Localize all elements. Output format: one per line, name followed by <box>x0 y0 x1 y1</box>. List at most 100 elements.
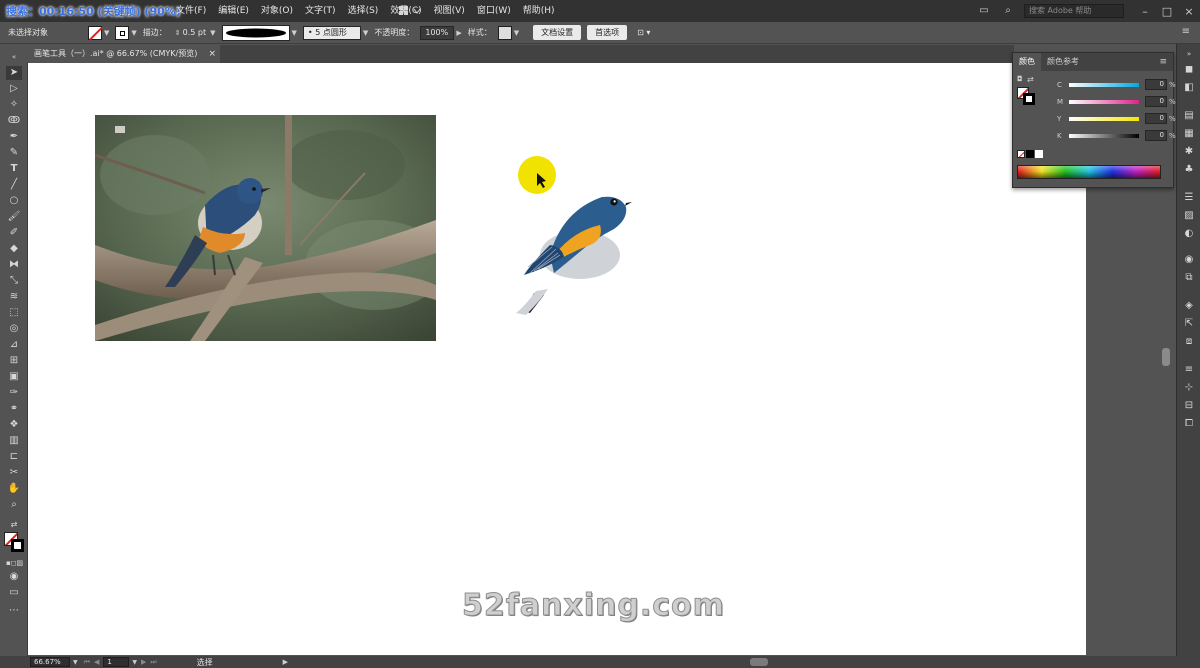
eyedropper-tool-icon[interactable]: ✑ <box>6 386 22 400</box>
tab-color[interactable]: 颜色 <box>1013 53 1041 71</box>
stepper-icon[interactable]: ⇕ <box>175 29 181 37</box>
scale-tool-icon[interactable]: ⤡ <box>6 274 22 288</box>
document-setup-button[interactable]: 文档设置 <box>533 25 582 40</box>
libraries-icon[interactable]: ▤ <box>1182 110 1196 122</box>
zoom-field[interactable]: 66.67% <box>30 657 70 667</box>
asset-export-icon[interactable]: ⇱ <box>1182 318 1196 330</box>
stroke-weight-value[interactable]: 0.5 pt <box>183 28 206 37</box>
artboard-canvas[interactable] <box>28 63 1086 655</box>
yellow-slider[interactable] <box>1069 117 1139 121</box>
hand-tool-icon[interactable]: ✋ <box>6 482 22 496</box>
menu-edit[interactable]: 编辑(E) <box>212 0 255 22</box>
maximize-icon[interactable]: □ <box>1156 5 1178 18</box>
search-input[interactable]: 搜索 Adobe 帮助 <box>1024 4 1124 18</box>
reference-photo[interactable] <box>95 115 436 341</box>
magic-wand-tool-icon[interactable]: ✧ <box>6 98 22 112</box>
document-tab[interactable]: 画笔工具（一）.ai* @ 66.67% (CMYK/预览) × <box>28 45 220 63</box>
blend-tool-icon[interactable]: ⚭ <box>6 402 22 416</box>
prev-page-icon[interactable]: ◀ <box>94 658 99 666</box>
curvature-tool-icon[interactable]: ✎ <box>6 146 22 160</box>
zoom-tool-icon[interactable]: ⌕ <box>6 498 22 512</box>
transparency-icon[interactable]: ◐ <box>1182 228 1196 240</box>
fill-swatch[interactable] <box>88 25 102 40</box>
layers-icon[interactable]: ◈ <box>1182 300 1196 312</box>
menu-help[interactable]: 帮助(H) <box>517 0 561 22</box>
first-page-icon[interactable]: ⏮ <box>84 658 90 667</box>
quick-swatches[interactable] <box>1017 150 1043 158</box>
magenta-value[interactable]: 0 <box>1145 96 1167 107</box>
type-tool-icon[interactable]: T <box>6 162 22 176</box>
ellipse-tool-icon[interactable]: ○ <box>6 194 22 208</box>
eraser-tool-icon[interactable]: ◆ <box>6 242 22 256</box>
color-guide-icon[interactable]: ◧ <box>1182 82 1196 94</box>
chevron-down-icon[interactable]: ▼ <box>73 659 78 666</box>
gradient-panel-icon[interactable]: ▨ <box>1182 210 1196 222</box>
chevron-down-icon[interactable]: ▼ <box>132 659 137 666</box>
window-layout-icon[interactable]: ▭ <box>976 4 992 18</box>
menu-view[interactable]: 视图(V) <box>428 0 471 22</box>
slice-tool-icon[interactable]: ✂ <box>6 466 22 480</box>
graphic-style-swatch[interactable] <box>497 25 512 40</box>
direct-selection-tool-icon[interactable]: ▷ <box>6 82 22 96</box>
color-panel-icon[interactable]: ◼ <box>1182 64 1196 76</box>
brush-stroke-preview[interactable] <box>221 24 290 41</box>
paintbrush-tool-icon[interactable]: 🖌 <box>6 210 22 224</box>
flat-bird-illustration[interactable] <box>504 183 634 323</box>
graphic-styles-icon[interactable]: ⧉ <box>1182 272 1196 284</box>
shape-builder-tool-icon[interactable]: ◎ <box>6 322 22 336</box>
mesh-tool-icon[interactable]: ⊞ <box>6 354 22 368</box>
artboards-icon[interactable]: ⧈ <box>1182 336 1196 348</box>
transform-icon[interactable]: ⊹ <box>1182 382 1196 394</box>
collapse-icon[interactable]: « <box>6 50 22 64</box>
arrange-icon[interactable]: ⊡ ▾ <box>637 28 650 37</box>
chevron-down-icon[interactable]: ▼ <box>131 29 136 37</box>
close-icon[interactable]: × <box>1178 5 1200 18</box>
minimize-icon[interactable]: – <box>1134 5 1156 18</box>
reflect-tool-icon[interactable]: ⧓ <box>6 258 22 272</box>
magenta-slider[interactable] <box>1069 100 1139 104</box>
panel-menu-icon[interactable]: ≡ <box>1182 26 1190 37</box>
screen-mode-icon[interactable]: ▭ <box>6 586 22 600</box>
properties-icon[interactable]: ≡ <box>1182 364 1196 376</box>
selection-tool-icon[interactable]: ➤ <box>6 66 22 80</box>
pathfinder-icon[interactable]: ⧠ <box>1182 418 1196 430</box>
swap-fill-stroke-icon[interactable]: ⇄ <box>6 518 22 532</box>
swap-icon[interactable]: ⇄ <box>1027 75 1034 84</box>
chevron-down-icon[interactable]: ▼ <box>363 29 368 37</box>
pen-tool-icon[interactable]: ✒ <box>6 130 22 144</box>
menu-type[interactable]: 文字(T) <box>299 0 342 22</box>
stroke-swatch[interactable] <box>115 25 130 40</box>
fill-stroke-widget[interactable] <box>4 532 24 552</box>
stroke-panel-icon[interactable]: ☰ <box>1182 192 1196 204</box>
cyan-value[interactable]: 0 <box>1145 79 1167 90</box>
blob-brush-tool-icon[interactable]: ✐ <box>6 226 22 240</box>
symbols-icon[interactable]: ♣ <box>1182 164 1196 176</box>
appearance-icon[interactable]: ◉ <box>1182 254 1196 266</box>
default-colors-icon[interactable]: ◘ <box>1017 75 1023 83</box>
yellow-value[interactable]: 0 <box>1145 113 1167 124</box>
panel-menu-icon[interactable]: ≡ <box>1159 53 1167 71</box>
chevron-down-icon[interactable]: ▼ <box>514 29 519 37</box>
align-icon[interactable]: ⊟ <box>1182 400 1196 412</box>
next-page-icon[interactable]: ▶ <box>141 658 146 666</box>
chevron-right-icon[interactable]: ▶ <box>456 29 461 37</box>
opacity-field[interactable]: 100% <box>420 25 455 40</box>
swatches-icon[interactable]: ▦ <box>1182 128 1196 140</box>
collapse-dock-icon[interactable]: » <box>1182 48 1196 60</box>
width-tool-icon[interactable]: ≋ <box>6 290 22 304</box>
close-tab-icon[interactable]: × <box>208 45 216 63</box>
artboard-tool-icon[interactable]: ⊏ <box>6 450 22 464</box>
chevron-down-icon[interactable]: ▼ <box>210 29 215 37</box>
menu-object[interactable]: 对象(O) <box>255 0 299 22</box>
horizontal-scrollbar-thumb[interactable] <box>750 658 768 666</box>
symbol-sprayer-tool-icon[interactable]: ❖ <box>6 418 22 432</box>
black-slider[interactable] <box>1069 134 1139 138</box>
lasso-tool-icon[interactable]: ↂ <box>6 114 22 128</box>
more-tools-icon[interactable]: ⋯ <box>6 604 22 618</box>
color-mode-icons[interactable]: ▪◻▨ <box>6 556 23 570</box>
line-tool-icon[interactable]: ╱ <box>6 178 22 192</box>
menu-file[interactable]: 文件(F) <box>170 0 212 22</box>
free-transform-tool-icon[interactable]: ⬚ <box>6 306 22 320</box>
brushes-icon[interactable]: ✱ <box>1182 146 1196 158</box>
tab-color-guide[interactable]: 颜色参考 <box>1041 53 1085 71</box>
